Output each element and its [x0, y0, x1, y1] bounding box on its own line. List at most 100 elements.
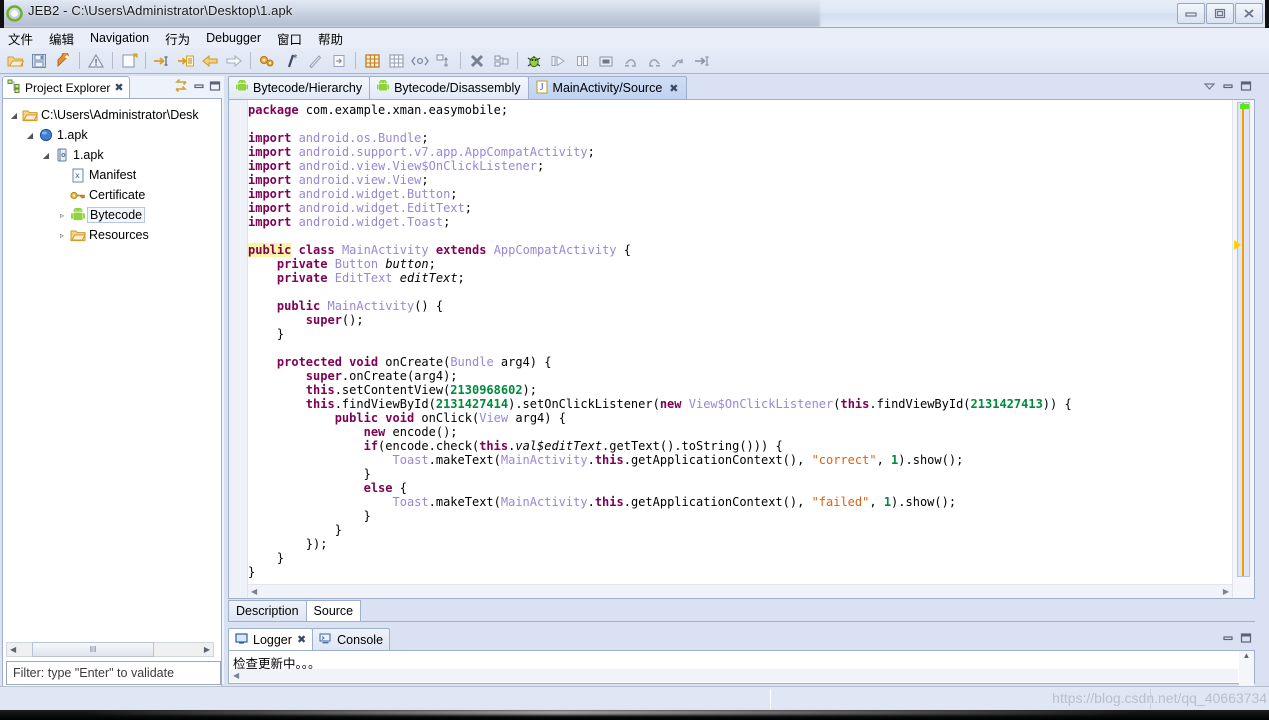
expand-arrow-icon[interactable]: ▹ — [55, 211, 69, 220]
wrench-icon[interactable] — [52, 50, 74, 72]
sub-tab-source[interactable]: Source — [305, 600, 362, 621]
code-token: ; — [457, 271, 465, 285]
rename-icon[interactable] — [304, 50, 326, 72]
close-icon[interactable]: ✖ — [114, 81, 123, 94]
logger-output[interactable]: 检查更新中。。。 ◀ — [228, 650, 1255, 684]
menu-file[interactable]: 文件 — [0, 28, 41, 49]
stop-icon[interactable] — [595, 50, 617, 72]
tab-project-explorer[interactable]: Project Explorer ✖ — [2, 76, 130, 98]
filter-input[interactable]: Filter: type "Enter" to validate — [6, 661, 221, 685]
tab-console[interactable]: Console — [312, 628, 391, 650]
tab-mainactivity-source[interactable]: J MainActivity/Source ✖ — [527, 76, 687, 99]
close-icon[interactable]: ✖ — [669, 82, 678, 95]
gears-icon[interactable] — [256, 50, 278, 72]
project-tree[interactable]: ◢ C:\Users\Administrator\Desk ◢ 1.apk ◢ 1.apk… — [3, 99, 221, 245]
source-code-text[interactable]: package com.example.xman.easymobile; imp… — [248, 103, 1232, 582]
goto-address-icon[interactable] — [151, 50, 173, 72]
run-to-line-icon[interactable] — [691, 50, 713, 72]
menu-debugger[interactable]: Debugger — [198, 30, 269, 46]
project-explorer-tab-row: Project Explorer ✖ — [2, 76, 224, 98]
code-token: ; — [464, 201, 472, 215]
grid-gray-icon[interactable] — [385, 50, 407, 72]
project-explorer-hscrollbar[interactable]: ◀ ‖‖ ▶ — [6, 642, 214, 657]
tab-logger[interactable]: Logger ✖ — [228, 628, 314, 650]
code-token: ; — [428, 257, 436, 271]
maximize-icon[interactable] — [1239, 79, 1253, 98]
resume-icon[interactable] — [547, 50, 569, 72]
minimize-icon[interactable] — [1221, 79, 1235, 98]
tab-bytecode-hierarchy[interactable]: Bytecode/Hierarchy — [228, 76, 371, 99]
menu-window[interactable]: 窗口 — [269, 28, 310, 49]
tree-item-1-apk[interactable]: ◢ 1.apk — [7, 125, 221, 145]
code-token: .getText().toString())) { — [602, 439, 783, 453]
code-tag-icon[interactable] — [409, 50, 431, 72]
menu-bar: 文件 编辑 Navigation 行为 Debugger 窗口 帮助 — [0, 28, 1269, 48]
logger-horizontal-scrollbar[interactable]: ◀ — [230, 669, 1238, 682]
code-token: ).show(); — [891, 495, 957, 509]
navigate-forward-icon[interactable] — [223, 50, 245, 72]
save-icon[interactable] — [28, 50, 50, 72]
tab-bytecode-disassembly[interactable]: Bytecode/Disassembly — [369, 76, 529, 99]
menu-help[interactable]: 帮助 — [310, 28, 351, 49]
pause-icon[interactable] — [571, 50, 593, 72]
warning-icon[interactable] — [85, 50, 107, 72]
open-folder-icon[interactable] — [4, 50, 26, 72]
minimize-icon[interactable] — [192, 79, 206, 98]
code-line: } — [248, 509, 1232, 523]
logger-tab-row: Logger ✖ Console — [228, 628, 1255, 650]
sub-tab-description[interactable]: Description — [228, 600, 307, 621]
step-over-icon[interactable] — [619, 50, 641, 72]
menu-action[interactable]: 行为 — [157, 28, 198, 49]
maximize-icon[interactable] — [1239, 631, 1253, 650]
tree-item-c-users-administrator-desk[interactable]: ◢ C:\Users\Administrator\Desk — [7, 105, 221, 125]
xml-manifest-icon: x — [69, 168, 87, 183]
tree-item-resources[interactable]: ▹ Resources — [7, 225, 221, 245]
step-into-icon[interactable] — [667, 50, 689, 72]
scroll-left-arrow[interactable]: ◀ — [233, 671, 239, 680]
maximize-button[interactable] — [1206, 3, 1234, 24]
terminate-icon[interactable] — [466, 50, 488, 72]
scroll-left-arrow[interactable]: ◀ — [7, 645, 19, 654]
debug-bug-icon[interactable] — [523, 50, 545, 72]
step-return-icon[interactable] — [643, 50, 665, 72]
tree-item-1-apk[interactable]: ◢ 1.apk — [7, 145, 221, 165]
scroll-up-arrow[interactable]: ▲ — [1243, 651, 1251, 660]
expand-arrow-icon[interactable]: ◢ — [39, 151, 53, 160]
expand-arrow-icon[interactable]: ▹ — [55, 231, 69, 240]
new-document-icon[interactable] — [118, 50, 140, 72]
expand-arrow-icon[interactable]: ◢ — [23, 131, 37, 140]
tree-item-bytecode[interactable]: ▹ Bytecode — [7, 205, 221, 225]
diff-icon[interactable] — [490, 50, 512, 72]
source-editor[interactable]: package com.example.xman.easymobile; imp… — [228, 99, 1255, 599]
editor-gutter[interactable] — [229, 100, 248, 598]
tree-item-manifest[interactable]: x Manifest — [7, 165, 221, 185]
editor-vertical-scrollbar[interactable] — [1232, 100, 1254, 598]
grid-orange-icon[interactable] — [361, 50, 383, 72]
filter-placeholder-text: Filter: type "Enter" to validate — [13, 666, 175, 680]
menu-navigation[interactable]: Navigation — [82, 30, 157, 46]
link-with-editor-icon[interactable] — [172, 78, 190, 99]
navigate-back-icon[interactable] — [199, 50, 221, 72]
goto-reference-icon[interactable] — [175, 50, 197, 72]
scroll-right-arrow[interactable]: ▶ — [1223, 587, 1229, 596]
tree-item-certificate[interactable]: Certificate — [7, 185, 221, 205]
minimize-icon[interactable] — [1221, 631, 1235, 650]
scrollbar-thumb[interactable]: ‖‖ — [32, 642, 154, 657]
scroll-left-arrow[interactable]: ◀ — [251, 587, 257, 596]
overview-ruler[interactable] — [1237, 102, 1250, 577]
scroll-right-arrow[interactable]: ▶ — [201, 645, 213, 654]
menu-edit[interactable]: 编辑 — [41, 28, 82, 49]
title-left-edge — [0, 0, 4, 28]
expand-arrow-icon[interactable]: ◢ — [7, 111, 21, 120]
comment-icon[interactable]: * — [280, 50, 302, 72]
minimize-button[interactable] — [1177, 3, 1205, 24]
editor-horizontal-scrollbar[interactable]: ◀ ▶ — [248, 584, 1232, 598]
maximize-icon[interactable] — [208, 79, 222, 98]
hierarchy-icon[interactable] — [433, 50, 455, 72]
close-button[interactable] — [1235, 3, 1263, 24]
view-menu-icon[interactable] — [1202, 79, 1217, 98]
close-icon[interactable]: ✖ — [297, 633, 306, 646]
export-icon[interactable] — [328, 50, 350, 72]
code-token: public — [334, 411, 379, 425]
code-token: import — [248, 145, 299, 159]
